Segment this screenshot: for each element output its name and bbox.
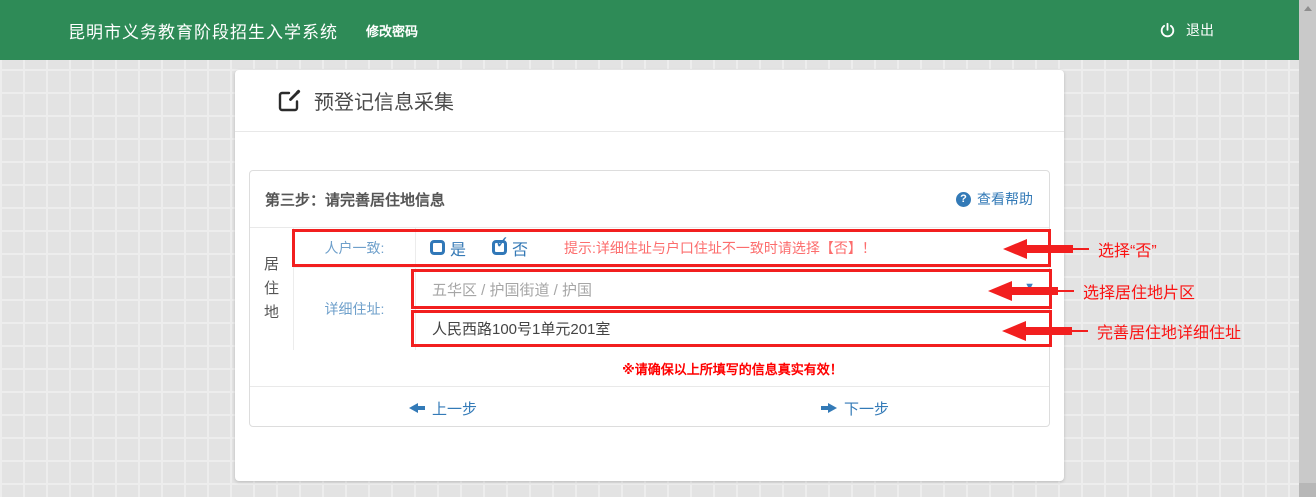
power-icon xyxy=(1159,22,1176,39)
annotation-label: 选择“否” xyxy=(1098,237,1157,261)
scroll-up-button[interactable] xyxy=(1299,0,1316,17)
annotation-label: 完善居住地详细住址 xyxy=(1097,319,1241,343)
view-help-link[interactable]: ? 查看帮助 xyxy=(956,189,1033,209)
district-cascader-select[interactable]: 五华区 / 护国街道 / 护国 ▼ xyxy=(416,270,1051,309)
residence-form: 居住地 人户一致: 是 ✓ 否 提示:详细住址与户口住址不一致时请选择【否】！ xyxy=(250,228,1049,350)
checkbox-no[interactable]: ✓ 否 xyxy=(492,236,528,260)
logout-button[interactable]: 退出 xyxy=(1159,0,1214,60)
arrow-left-icon xyxy=(409,403,425,413)
consistency-hint: 提示:详细住址与户口住址不一致时请选择【否】！ xyxy=(564,238,876,258)
nav-change-password[interactable]: 修改密码 xyxy=(366,21,418,40)
panel-heading: 第三步：请完善居住地信息 ? 查看帮助 xyxy=(250,171,1049,228)
step-title: 第三步：请完善居住地信息 xyxy=(265,189,445,210)
checkbox-yes-label: 是 xyxy=(450,236,466,260)
panel-footer: 上一步 下一步 xyxy=(250,386,1049,428)
pre-registration-card: 预登记信息采集 第三步：请完善居住地信息 ? 查看帮助 居住地 人户一致: 是 xyxy=(235,70,1064,481)
consistency-label: 人户一致: xyxy=(294,228,416,267)
next-step-label: 下一步 xyxy=(844,398,889,419)
page-title: 预登记信息采集 xyxy=(314,86,454,115)
warning-row: ※请确保以上所填写的信息真实有效！ xyxy=(416,350,1049,386)
address-label: 详细住址: xyxy=(294,268,416,350)
warning-text: ※请确保以上所填写的信息真实有效！ xyxy=(622,359,843,378)
checkbox-yes[interactable]: 是 xyxy=(430,236,466,260)
prev-step-label: 上一步 xyxy=(432,398,477,419)
checkbox-unchecked-icon xyxy=(430,240,445,255)
district-value: 五华区 / 护国街道 / 护国 xyxy=(432,279,592,300)
detailed-address-input[interactable] xyxy=(418,311,1050,346)
edit-icon xyxy=(277,89,301,113)
consistency-row: 人户一致: 是 ✓ 否 提示:详细住址与户口住址不一致时请选择【否】！ xyxy=(294,228,1051,268)
vertical-scrollbar[interactable] xyxy=(1299,0,1316,497)
arrow-right-icon xyxy=(821,403,837,413)
logout-label: 退出 xyxy=(1186,20,1214,40)
scroll-up-icon xyxy=(1304,6,1312,11)
annotation-label: 选择居住地片区 xyxy=(1083,279,1195,303)
brand-title: 昆明市义务教育阶段招生入学系统 xyxy=(68,18,338,43)
chevron-down-icon: ▼ xyxy=(1024,281,1035,293)
help-label: 查看帮助 xyxy=(977,189,1033,209)
residence-group-cell: 居住地 xyxy=(250,228,294,350)
app-header: 昆明市义务教育阶段招生入学系统 修改密码 退出 xyxy=(0,0,1299,60)
checkbox-no-label: 否 xyxy=(512,236,528,260)
card-title-row: 预登记信息采集 xyxy=(235,70,1064,132)
question-icon: ? xyxy=(956,192,971,207)
address-rows: 详细住址: 五华区 / 护国街道 / 护国 ▼ xyxy=(294,268,1051,350)
scroll-down-button[interactable] xyxy=(1299,483,1316,497)
step-panel: 第三步：请完善居住地信息 ? 查看帮助 居住地 人户一致: 是 ✓ xyxy=(249,170,1050,427)
prev-step-button[interactable]: 上一步 xyxy=(409,387,477,429)
next-step-button[interactable]: 下一步 xyxy=(821,387,889,429)
checkbox-checked-icon: ✓ xyxy=(492,240,507,255)
residence-group-label: 居住地 xyxy=(264,253,280,325)
